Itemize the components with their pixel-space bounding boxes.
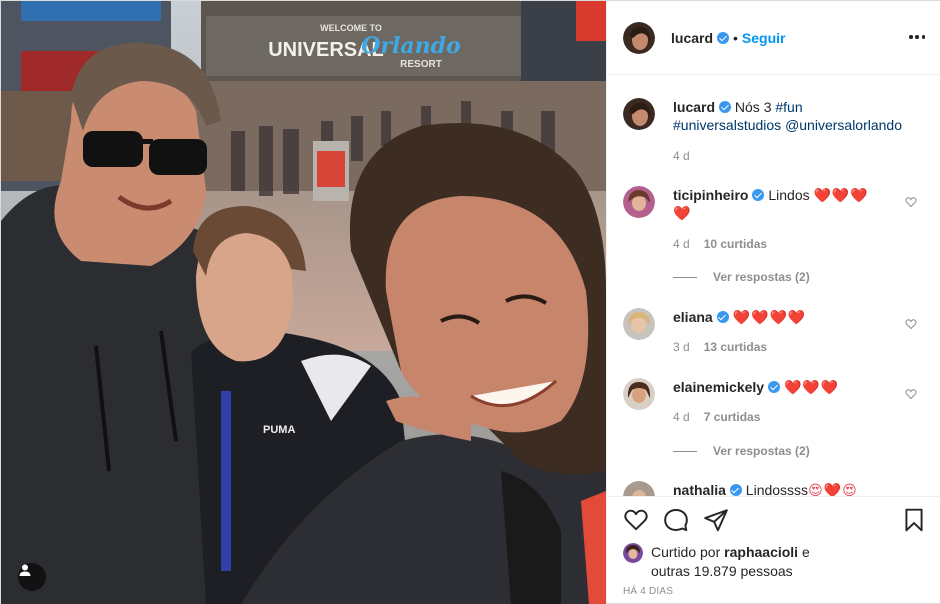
comment: nathalia Lindossss😍❤️😍 (623, 481, 925, 496)
comment-body: Lindos (768, 187, 810, 203)
view-replies-button[interactable]: Ver respostas (2) (673, 444, 810, 458)
comment-emoji: 😍❤️😍 (808, 482, 858, 496)
verified-badge-icon (768, 381, 781, 393)
user-tag-icon[interactable] (18, 563, 46, 591)
comment-likes[interactable]: 7 curtidas (704, 410, 761, 424)
view-replies-label: Ver respostas (2) (713, 444, 810, 458)
shirt-brand-text: PUMA (263, 424, 295, 436)
post-header: lucard • Seguir (607, 1, 940, 75)
caption-mention[interactable]: @universalorlando (785, 117, 902, 133)
comment-emoji: ❤️❤️❤️ (783, 379, 840, 395)
caption-time: 4 d (673, 149, 690, 163)
verified-badge-icon (729, 484, 742, 496)
comment-likes[interactable]: 13 curtidas (704, 340, 767, 354)
comment-icon[interactable] (663, 507, 689, 533)
separator-dot: • (733, 29, 738, 46)
post-side-panel: lucard • Seguir lucard Nós 3 #fun #unive… (606, 1, 940, 603)
comments-list: lucard Nós 3 #fun #universalstudios @uni… (607, 76, 940, 496)
post-timestamp[interactable]: HÁ 4 DIAS (623, 586, 673, 597)
comment-like-icon[interactable] (905, 196, 917, 208)
verified-badge-icon (717, 31, 730, 44)
sign-resort-text: RESORT (400, 59, 442, 70)
verified-badge-icon (716, 311, 729, 323)
author-avatar[interactable] (623, 98, 655, 130)
post-actions: Curtido por raphaacioli e outras 19.879 … (607, 496, 940, 603)
bookmark-icon[interactable] (901, 507, 927, 533)
comment-meta: 4 d 7 curtidas (673, 410, 760, 424)
verified-badge-icon (719, 101, 732, 113)
post-photo[interactable]: WELCOME TO UNIVERSAL Orlando RESORT PUMA (1, 1, 606, 604)
comment-username[interactable]: elainemickely (673, 379, 764, 395)
commenter-avatar[interactable] (623, 308, 655, 340)
commenter-avatar[interactable] (623, 378, 655, 410)
comment-text: nathalia Lindossss😍❤️😍 (673, 481, 909, 496)
caption-time-text: 4 d (673, 149, 690, 163)
comment: ticipinheiro Lindos ❤️❤️❤️ ❤️ 4 d 10 curt… (623, 186, 925, 284)
caption-username[interactable]: lucard (673, 99, 715, 115)
comment-emoji-line2: ❤️ (673, 205, 692, 221)
author-avatar[interactable] (623, 21, 655, 54)
comment-time: 3 d (673, 340, 690, 354)
heart-outline-icon[interactable] (623, 507, 649, 533)
view-replies-button[interactable]: Ver respostas (2) (673, 270, 810, 284)
liked-by-prefix: Curtido por (651, 544, 721, 560)
comment-emoji: ❤️❤️❤️❤️ (732, 309, 807, 325)
comment-text: ticipinheiro Lindos ❤️❤️❤️ ❤️ (673, 186, 909, 222)
caption-text: lucard Nós 3 #fun #universalstudios @uni… (673, 98, 909, 134)
comment-text: elainemickely ❤️❤️❤️ (673, 378, 909, 396)
more-options-icon[interactable] (909, 29, 925, 45)
liked-by-user[interactable]: raphaacioli (724, 544, 798, 560)
caption: lucard Nós 3 #fun #universalstudios @uni… (623, 98, 925, 178)
comment-username[interactable]: eliana (673, 309, 713, 325)
comment-emoji: ❤️❤️❤️ (813, 187, 869, 203)
comment-meta: 4 d 10 curtidas (673, 237, 767, 251)
liked-by-and: e (801, 544, 810, 560)
comment-meta: 3 d 13 curtidas (673, 340, 767, 354)
liked-by-text: Curtido por raphaacioli e outras 19.879 … (651, 543, 831, 581)
liker-avatar[interactable] (623, 543, 643, 563)
comment: eliana ❤️❤️❤️❤️ 3 d 13 curtidas (623, 308, 925, 368)
commenter-avatar[interactable] (623, 186, 655, 218)
comment-time: 4 d (673, 410, 690, 424)
caption-body: Nós 3 (734, 99, 772, 115)
comment-body: Lindossss (745, 482, 809, 496)
sign-welcome-text: WELCOME TO (320, 23, 382, 33)
comment-username[interactable]: ticipinheiro (673, 187, 748, 203)
commenter-avatar[interactable] (623, 481, 655, 496)
comment: elainemickely ❤️❤️❤️ 4 d 7 curtidas Ver r… (623, 378, 925, 468)
comment-likes[interactable]: 10 curtidas (704, 237, 767, 251)
comment-time: 4 d (673, 237, 690, 251)
liked-by: Curtido por raphaacioli e outras 19.879 … (623, 543, 831, 581)
paper-plane-icon[interactable] (703, 507, 729, 533)
comment-username[interactable]: nathalia (673, 482, 726, 496)
comment-like-icon[interactable] (905, 318, 917, 330)
follow-button[interactable]: Seguir (742, 30, 786, 46)
author-username[interactable]: lucard (671, 30, 713, 46)
comment-text: eliana ❤️❤️❤️❤️ (673, 308, 909, 326)
liked-by-count[interactable]: outras 19.879 pessoas (651, 563, 793, 579)
selfie-image: WELCOME TO UNIVERSAL Orlando RESORT PUMA (1, 1, 606, 604)
instagram-post: WELCOME TO UNIVERSAL Orlando RESORT PUMA (0, 0, 940, 604)
verified-badge-icon (752, 189, 765, 201)
sign-orlando-text: Orlando (361, 33, 460, 59)
view-replies-label: Ver respostas (2) (713, 270, 810, 284)
comment-like-icon[interactable] (905, 388, 917, 400)
